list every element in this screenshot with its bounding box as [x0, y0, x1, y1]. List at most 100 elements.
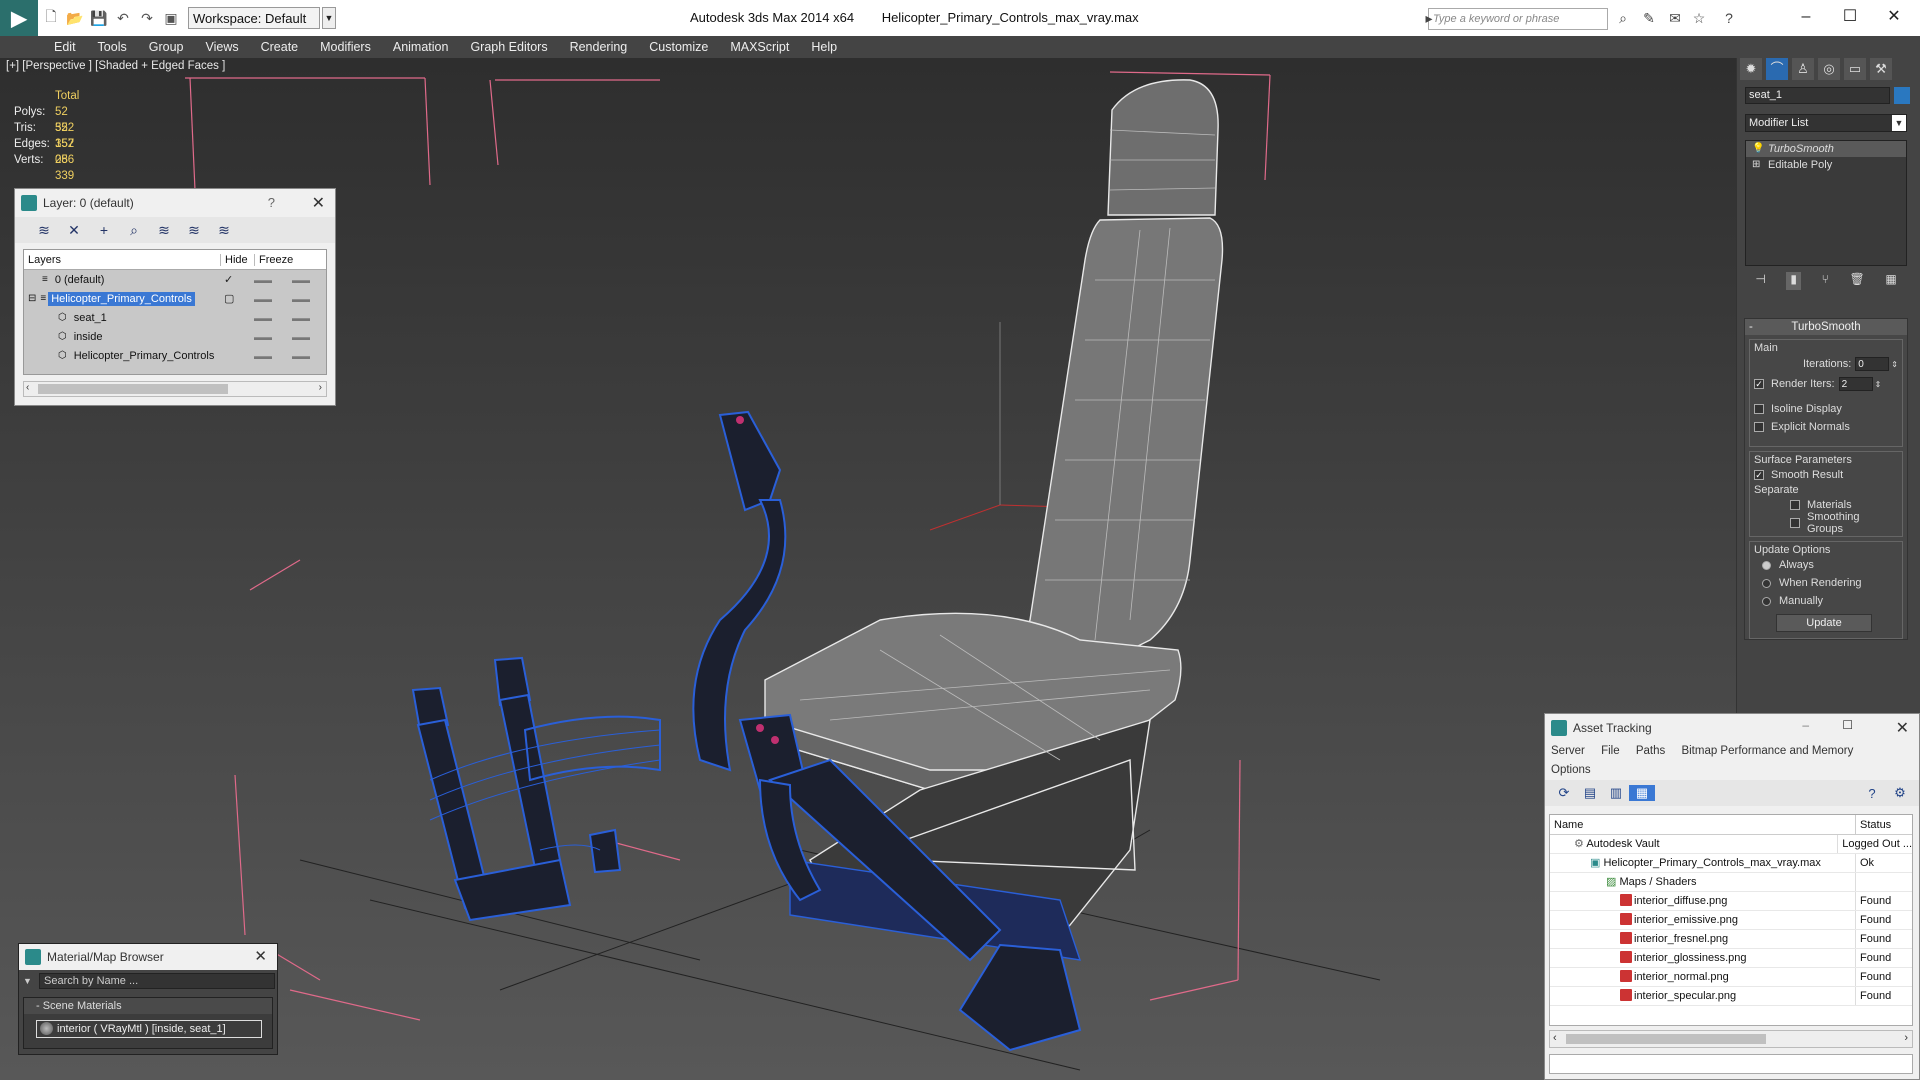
hide-toggle[interactable]: ▬▬ — [254, 313, 272, 323]
hierarchy-tab-icon[interactable]: ♙ — [1792, 58, 1814, 80]
col-freeze[interactable]: Freeze — [254, 253, 293, 266]
menu-customize[interactable]: Customize — [649, 40, 708, 54]
object-row[interactable]: ⬡ inside ▬▬ ▬▬ — [24, 327, 326, 346]
table-row[interactable]: ▨ Maps / Shaders — [1550, 873, 1912, 892]
freeze-toggle[interactable]: ▬▬ — [292, 294, 310, 304]
undo-icon[interactable]: ↶ — [112, 7, 134, 29]
hide-toggle[interactable]: ▬▬ — [254, 294, 272, 304]
col-status[interactable]: Status — [1856, 815, 1891, 834]
stack-item-editable-poly[interactable]: ⊞ Editable Poly — [1746, 157, 1906, 173]
show-end-result-icon[interactable]: ▮ — [1786, 272, 1801, 290]
smoothing-groups-option[interactable]: Smoothing Groups — [1754, 511, 1898, 535]
always-radio[interactable] — [1762, 560, 1771, 570]
favorites-star-icon[interactable]: ☆ — [1690, 9, 1708, 27]
minimize-icon[interactable]: – — [1786, 6, 1826, 28]
material-item[interactable]: interior ( VRayMtl ) [inside, seat_1] — [36, 1020, 262, 1038]
freeze-toggle[interactable]: ▬▬ — [292, 332, 310, 342]
object-row[interactable]: ⬡ Helicopter_Primary_Controls ▬▬ ▬▬ — [24, 346, 326, 365]
search-input[interactable]: Type a keyword or phrase — [1428, 8, 1608, 30]
spinner-arrows-icon[interactable]: ⇕ — [1875, 380, 1882, 389]
hide-toggle[interactable]: ▬▬ — [254, 332, 272, 342]
project-folder-icon[interactable]: ▣ — [160, 7, 182, 29]
pedals-model[interactable] — [411, 656, 661, 922]
col-layers[interactable]: Layers — [24, 254, 220, 266]
modifier-list-dropdown[interactable]: Modifier List ▼ — [1745, 114, 1907, 132]
hide-toggle[interactable]: ▬▬ — [254, 351, 272, 361]
close-icon[interactable]: ✕ — [254, 944, 267, 970]
scroll-left-icon[interactable]: ‹ — [1553, 1032, 1557, 1044]
collapse-icon[interactable]: - — [1749, 319, 1753, 335]
render-iters-input[interactable] — [1838, 377, 1873, 391]
menu-modifiers[interactable]: Modifiers — [320, 40, 371, 54]
expand-icon[interactable]: ⊟ — [28, 293, 36, 304]
object-name[interactable]: seat_1 — [71, 311, 110, 325]
menu-animation[interactable]: Animation — [393, 40, 449, 54]
menu-edit[interactable]: Edit — [54, 40, 76, 54]
viewport-label[interactable]: [+] [Perspective ] [Shaded + Edged Faces… — [6, 60, 225, 72]
asset-path-field[interactable] — [1549, 1054, 1913, 1074]
table-view-icon[interactable]: ▦ — [1629, 785, 1655, 801]
menu-create[interactable]: Create — [261, 40, 299, 54]
col-name[interactable]: Name — [1550, 815, 1856, 834]
smooth-result-checkbox[interactable]: ✓ — [1754, 470, 1764, 480]
menu-bitmap-performance[interactable]: Bitmap Performance and Memory — [1681, 745, 1853, 757]
scrollbar-thumb[interactable] — [38, 384, 228, 394]
add-to-layer-icon[interactable]: + — [89, 222, 119, 238]
layer-row[interactable]: ≡ 0 (default) ✓ ▬▬ ▬▬ — [24, 270, 326, 289]
horizontal-scrollbar[interactable]: ‹ › — [23, 381, 327, 397]
materials-checkbox[interactable] — [1790, 500, 1800, 510]
communication-icon[interactable]: ✉ — [1666, 9, 1684, 27]
scene-materials-header[interactable]: - Scene Materials — [24, 998, 272, 1014]
table-row[interactable]: interior_diffuse.png Found — [1550, 892, 1912, 911]
layer-row[interactable]: ⊟ ≡ Helicopter_Primary_Controls ▢ ▬▬ ▬▬ — [24, 289, 326, 308]
isoline-checkbox[interactable] — [1754, 404, 1764, 414]
object-row[interactable]: ⬡ seat_1 ▬▬ ▬▬ — [24, 308, 326, 327]
create-tab-icon[interactable]: ✹ — [1740, 58, 1762, 80]
help-icon[interactable]: ? — [268, 195, 275, 210]
hide-all-layers-icon[interactable]: ≋ — [179, 222, 209, 239]
scroll-right-icon[interactable]: › — [1904, 1032, 1908, 1044]
settings-icon[interactable]: ⚙ — [1887, 785, 1913, 801]
redo-icon[interactable]: ↷ — [136, 7, 158, 29]
horizontal-scrollbar[interactable]: ‹ › — [1549, 1030, 1913, 1048]
scrollbar-thumb[interactable] — [1566, 1034, 1766, 1044]
close-icon[interactable]: ✕ — [1874, 6, 1914, 28]
pin-stack-icon[interactable]: ⊣ — [1755, 272, 1765, 290]
stack-item-turbosmooth[interactable]: 💡 TurboSmooth — [1746, 141, 1906, 157]
smooth-result-option[interactable]: ✓ Smooth Result — [1754, 466, 1898, 484]
freeze-all-layers-icon[interactable]: ≋ — [209, 222, 239, 239]
layer-dialog-titlebar[interactable]: Layer: 0 (default) ? ✕ — [15, 189, 335, 217]
object-name[interactable]: Helicopter_Primary_Controls — [71, 349, 218, 363]
object-name-field[interactable]: seat_1 — [1745, 87, 1890, 104]
spinner-arrows-icon[interactable]: ⇕ — [1891, 360, 1898, 369]
layer-name[interactable]: 0 (default) — [52, 273, 108, 287]
save-icon[interactable]: 💾 — [88, 7, 110, 29]
utilities-tab-icon[interactable]: ⚒ — [1870, 58, 1892, 80]
render-iters-spinner[interactable]: ✓ Render Iters: ⇕ — [1754, 374, 1898, 394]
material-browser-titlebar[interactable]: Material/Map Browser ✕ — [19, 944, 277, 970]
iterations-spinner[interactable]: Iterations: ⇕ — [1754, 354, 1898, 374]
menu-options[interactable]: Options — [1551, 764, 1591, 776]
table-row[interactable]: interior_glossiness.png Found — [1550, 949, 1912, 968]
motion-tab-icon[interactable]: ◎ — [1818, 58, 1840, 80]
render-iters-checkbox[interactable]: ✓ — [1754, 379, 1764, 389]
menu-file[interactable]: File — [1601, 745, 1620, 757]
explicit-normals-checkbox[interactable] — [1754, 422, 1764, 432]
menu-graph-editors[interactable]: Graph Editors — [470, 40, 547, 54]
select-in-layer-icon[interactable]: ⌕ — [119, 222, 149, 239]
object-color-swatch[interactable] — [1894, 87, 1910, 104]
object-name[interactable]: inside — [71, 330, 106, 344]
close-icon[interactable]: ✕ — [1896, 718, 1909, 738]
manually-radio[interactable] — [1762, 596, 1771, 606]
expand-plus-icon[interactable]: ⊞ — [1752, 157, 1760, 173]
maximize-icon[interactable]: ☐ — [1842, 718, 1853, 732]
update-button[interactable]: Update — [1776, 614, 1872, 632]
layer-name[interactable]: Helicopter_Primary_Controls — [48, 291, 195, 306]
app-logo-icon[interactable]: ▶ — [0, 0, 38, 36]
table-row[interactable]: interior_specular.png Found — [1550, 987, 1912, 1006]
freeze-toggle[interactable]: ▬▬ — [292, 351, 310, 361]
menu-maxscript[interactable]: MAXScript — [730, 40, 789, 54]
manually-option[interactable]: Manually — [1754, 592, 1898, 610]
binoculars-icon[interactable]: ⌕ — [1614, 9, 1632, 27]
lightbulb-icon[interactable]: 💡 — [1752, 141, 1764, 157]
